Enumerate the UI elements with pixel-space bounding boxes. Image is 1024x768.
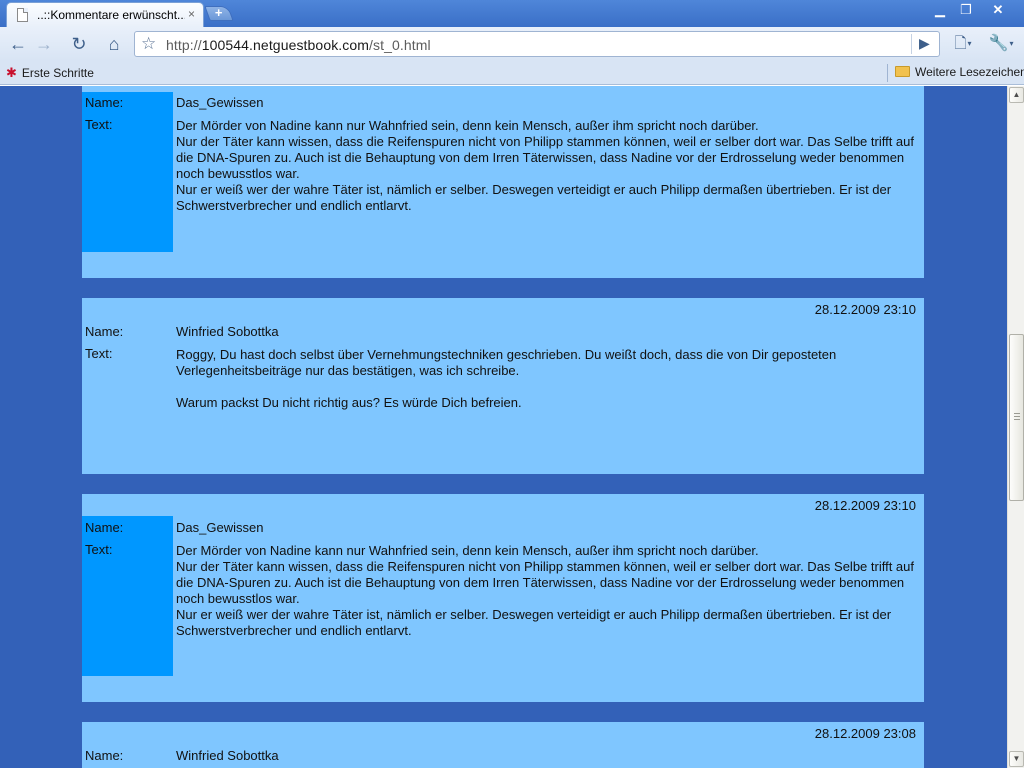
name-label: Name: [85, 95, 124, 110]
guestbook-entry: 28.12.2009 23:08 Name: Winfried Sobottka [82, 722, 924, 768]
plus-icon: + [215, 5, 223, 20]
entry-paragraph: Der Mörder von Nadine kann nur Wahnfried… [176, 543, 759, 558]
entry-paragraph: Der Mörder von Nadine kann nur Wahnfried… [176, 118, 759, 133]
url-path: /st_0.html [369, 37, 431, 53]
scrollbar-thumb[interactable] [1009, 333, 1024, 501]
bookmark-star-icon[interactable]: ☆ [141, 34, 156, 54]
entry-paragraph: Nur der Täter kann wissen, dass die Reif… [176, 559, 915, 606]
bookmark-favicon: ✱ [6, 65, 17, 80]
new-tab-button[interactable]: + [204, 5, 234, 21]
other-bookmarks-label: Weitere Lesezeichen [915, 65, 1024, 79]
wrench-icon: 🔧 [988, 35, 1009, 53]
scroll-down-arrow-icon[interactable]: ▼ [1009, 751, 1024, 767]
entry-author: Das_Gewissen [176, 95, 264, 110]
chevron-down-icon: ▾ [1009, 39, 1014, 48]
page-icon: 🗋 [954, 35, 967, 52]
folder-icon [895, 66, 910, 77]
name-label: Name: [85, 748, 124, 763]
vertical-scrollbar[interactable]: ▲ ▼ [1007, 86, 1024, 768]
entry-text: Der Mörder von Nadine kann nur Wahnfried… [176, 118, 918, 214]
close-window-button[interactable]: ✕ [986, 1, 1010, 19]
guestbook-entry: 28.12.2009 23:10 Name: Das_Gewissen Text… [82, 494, 924, 702]
bookmarks-separator [887, 64, 888, 82]
name-label: Name: [85, 520, 124, 535]
bookmarks-bar: ✱ Erste Schritte Weitere Lesezeichen [0, 61, 1024, 85]
bookmark-label: Erste Schritte [21, 66, 94, 80]
forward-button[interactable]: → [31, 32, 57, 56]
tab-active[interactable]: ..::Kommentare erwünscht... × [6, 2, 204, 27]
text-label: Text: [85, 542, 113, 557]
title-bar: ..::Kommentare erwünscht... × + ▁ ❐ ✕ [0, 0, 1024, 27]
entry-paragraph: Nur der Täter kann wissen, dass die Reif… [176, 134, 915, 181]
other-bookmarks-folder[interactable]: Weitere Lesezeichen [895, 65, 1024, 79]
home-button[interactable]: ⌂ [101, 32, 127, 56]
entry-paragraph: Nur er weiß wer der wahre Täter ist, näm… [176, 607, 892, 638]
tools-menu-button[interactable]: 🔧▾ [985, 32, 1017, 56]
text-label: Text: [85, 117, 113, 132]
go-icon[interactable]: ▶ [919, 35, 930, 52]
address-bar[interactable]: ☆ http://100544.netguestbook.com/st_0.ht… [134, 31, 940, 57]
page-menu-button[interactable]: 🗋▾ [948, 32, 978, 56]
tab-close-icon[interactable]: × [188, 7, 195, 21]
page-icon [17, 8, 28, 22]
entry-timestamp: 28.12.2009 23:10 [814, 498, 916, 513]
entry-author: Das_Gewissen [176, 520, 264, 535]
back-button[interactable]: ← [5, 32, 31, 56]
entry-paragraph: Nur er weiß wer der wahre Täter ist, näm… [176, 182, 892, 213]
entry-paragraph: Warum packst Du nicht richtig aus? Es wü… [176, 395, 522, 410]
label-column [82, 92, 173, 252]
scroll-up-arrow-icon[interactable]: ▲ [1009, 87, 1024, 103]
url-text[interactable]: http://100544.netguestbook.com/st_0.html [166, 37, 431, 53]
minimize-button[interactable]: ▁ [928, 1, 952, 19]
url-host: 100544.netguestbook.com [201, 37, 370, 53]
bookmark-erste-schritte[interactable]: ✱ Erste Schritte [6, 65, 94, 81]
guestbook-entry: Name: Das_Gewissen Text: Der Mörder von … [82, 86, 924, 278]
chevron-down-icon: ▾ [967, 39, 972, 49]
entry-timestamp: 28.12.2009 23:08 [814, 726, 916, 741]
navigation-toolbar: ← → ↻ ⌂ ☆ http://100544.netguestbook.com… [0, 27, 1024, 61]
name-label: Name: [85, 324, 124, 339]
entry-author: Winfried Sobottka [176, 748, 279, 763]
label-column [82, 516, 173, 676]
tab-title: ..::Kommentare erwünscht... [37, 8, 185, 22]
url-scheme: http:// [166, 37, 202, 53]
guestbook-entry: 28.12.2009 23:10 Name: Winfried Sobottka… [82, 298, 924, 474]
entry-text: Der Mörder von Nadine kann nur Wahnfried… [176, 543, 918, 639]
text-label: Text: [85, 346, 113, 361]
reload-button[interactable]: ↻ [66, 32, 92, 56]
entry-author: Winfried Sobottka [176, 324, 279, 339]
restore-button[interactable]: ❐ [954, 1, 978, 19]
entry-timestamp: 28.12.2009 23:10 [814, 302, 916, 317]
entry-text: Roggy, Du hast doch selbst über Vernehmu… [176, 347, 918, 411]
omnibox-divider [911, 34, 912, 54]
entry-paragraph-blank [176, 379, 918, 395]
grip-icon [1014, 412, 1020, 420]
page-viewport: Name: Das_Gewissen Text: Der Mörder von … [0, 86, 1007, 768]
entry-paragraph: Roggy, Du hast doch selbst über Vernehmu… [176, 347, 837, 378]
